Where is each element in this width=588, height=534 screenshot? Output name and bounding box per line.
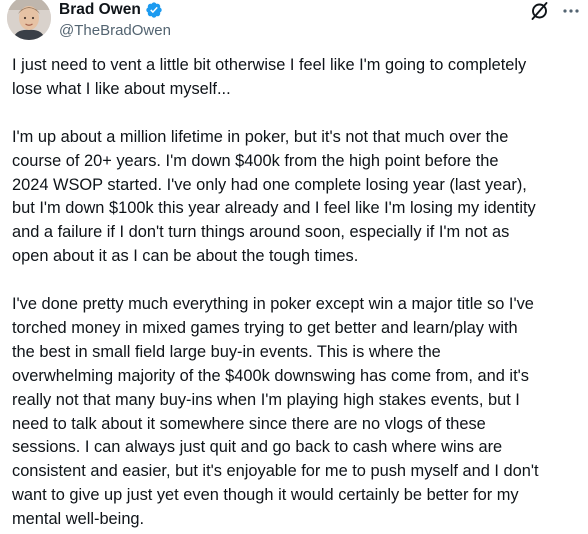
more-options-button[interactable]: [561, 0, 581, 20]
display-name[interactable]: Brad Owen: [59, 0, 141, 20]
verified-badge-icon: [145, 1, 163, 19]
user-handle[interactable]: @TheBradOwen: [59, 21, 171, 41]
tweet-paragraph: I've done pretty much everything in poke…: [12, 295, 539, 529]
more-dots-icon: [563, 9, 579, 13]
tweet-text: I just need to vent a little bit otherwi…: [12, 54, 584, 532]
tweet-paragraph: I'm up about a million lifetime in poker…: [12, 127, 536, 266]
tweet-paragraph: I just need to vent a little bit otherwi…: [12, 56, 527, 98]
tweet-card: Brad Owen @TheBradOwen I just need to ve…: [0, 0, 588, 534]
avatar[interactable]: [7, 0, 51, 40]
grok-slash-circle-icon: [531, 2, 548, 20]
name-row: Brad Owen: [59, 0, 163, 20]
grok-button[interactable]: [529, 0, 551, 22]
tweet-header: Brad Owen @TheBradOwen: [0, 0, 588, 48]
profile-photo-icon: [7, 0, 51, 40]
